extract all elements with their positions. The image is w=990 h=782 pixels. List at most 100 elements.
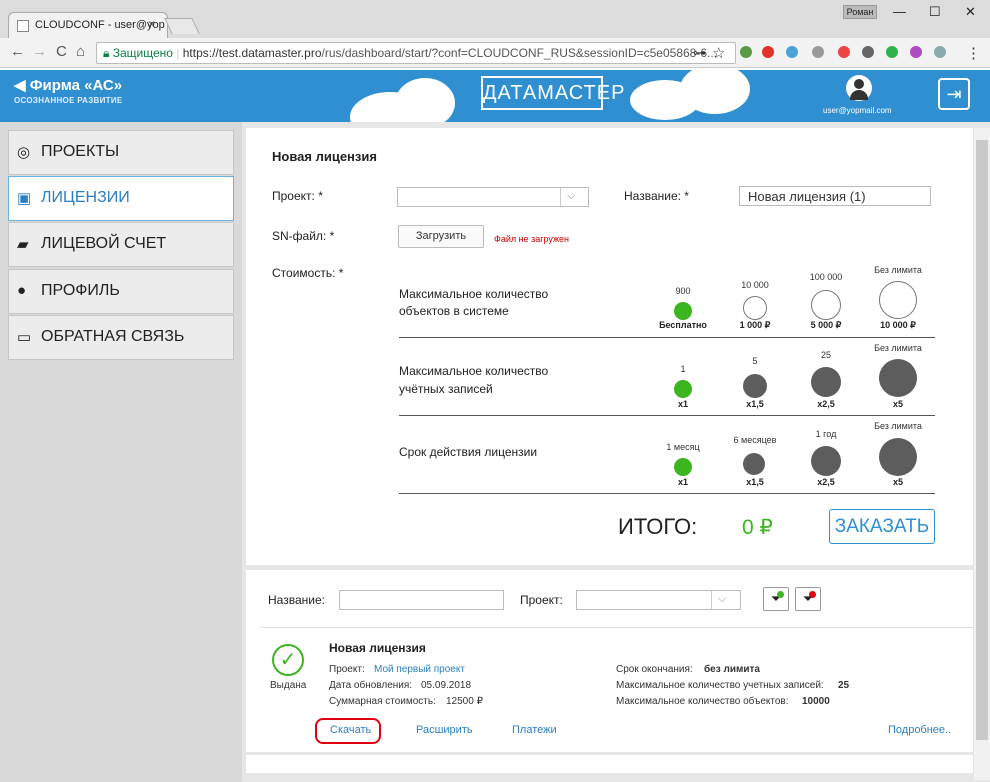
download-link[interactable]: Скачать [330,724,371,736]
maximize-icon[interactable]: ☐ [929,4,941,20]
option-unlimited[interactable] [879,281,917,319]
option-accounts-5[interactable] [743,374,767,398]
row2-label-2: учётных записей [399,382,493,396]
option-accounts-1-selected[interactable] [674,380,692,398]
option-1-month-selected[interactable] [674,458,692,476]
browser-menu-icon[interactable]: ⋮ [966,44,981,62]
option-1-year[interactable] [811,446,841,476]
name-input[interactable]: Новая лицензия (1) [739,186,931,206]
home-icon[interactable]: ⌂ [76,43,85,60]
license-project-label: Проект: [329,664,365,675]
scrollbar-thumb[interactable] [976,140,988,740]
extension-icon[interactable] [812,46,824,58]
reload-icon[interactable]: C [56,43,67,60]
sidebar-item-licenses[interactable]: ▣ ЛИЦЕНЗИИ [8,176,234,221]
option-multiplier: x1 [677,399,688,409]
sidebar-item-account[interactable]: ▰ ЛИЦЕВОЙ СЧЕТ [8,222,234,267]
row2-label: Максимальное количество [399,364,549,378]
objects-label: Максимальное количество объектов: [616,696,789,707]
license-icon: ▣ [17,190,32,207]
option-value: 10 000 [741,280,769,290]
user-email[interactable]: user@yopmail.com [823,106,892,115]
option-accounts-25[interactable] [811,367,841,397]
option-multiplier: x2,5 [817,399,835,409]
option-value: 1 [680,364,686,374]
option-10000[interactable] [743,296,767,320]
project-select[interactable]: ⌵ [397,187,589,207]
sidebar [0,122,242,782]
extension-icon[interactable] [838,46,850,58]
camera-icon[interactable] [862,46,874,58]
apply-filter-icon[interactable]: ⏷ [763,587,789,611]
extension-icon[interactable] [910,46,922,58]
sidebar-item-projects[interactable]: ◎ ПРОЕКТЫ [8,130,234,175]
license-title: Новая лицензия [329,641,426,655]
divider [260,627,973,628]
option-value: 1 год [815,429,837,439]
sidebar-item-profile[interactable]: ● ПРОФИЛЬ [8,269,234,314]
license-project-link[interactable]: Мой первый проект [374,664,465,675]
option-accounts-unlimited[interactable] [879,359,917,397]
payments-link[interactable]: Платежи [512,724,557,736]
logout-icon[interactable]: ⇥ [938,78,970,110]
company-logo[interactable]: ◀ Фирма «АС» [14,76,122,94]
project-label: Проект: * [272,189,323,203]
extension-icon[interactable] [786,46,798,58]
forward-icon[interactable]: → [32,43,47,60]
filter-project-select[interactable]: ⌵ [576,590,741,610]
logo-subtitle: ОСОЗНАННОЕ РАЗВИТИЕ [14,96,123,105]
key-icon[interactable]: ⊶ [693,45,706,61]
sidebar-item-feedback[interactable]: ▭ ОБРАТНАЯ СВЯЗЬ [8,315,234,360]
expiry-value: без лимита [704,664,760,675]
close-window-icon[interactable]: ✕ [965,4,976,20]
option-100000[interactable] [811,290,841,320]
browser-tab[interactable]: CLOUDCONF - user@yop [8,12,168,40]
divider [399,493,935,494]
user-avatar[interactable] [846,75,872,101]
check-icon: ✓ [272,644,304,676]
option-value: 1 месяц [666,442,700,452]
lock-icon: 🔒︎ [103,46,110,60]
extension-icon[interactable] [740,46,752,58]
url-bar[interactable]: 🔒︎ Защищено | https://test.datamaster.pr… [96,42,736,64]
order-button[interactable]: ЗАКАЗАТЬ [829,509,935,544]
tab-close-icon[interactable]: × [148,17,155,31]
option-value: 5 [752,356,758,366]
opera-icon[interactable] [762,46,774,58]
option-price: 1 000 ₽ [739,320,771,330]
clear-filter-icon[interactable]: ⏷ [795,587,821,611]
cloud-decoration [680,70,750,114]
filter-name-input[interactable] [339,590,504,610]
url-host: https://test.datamaster.pro [182,46,322,60]
extension-icon[interactable] [934,46,946,58]
license-cost-value: 12500 ₽ [446,696,483,707]
wallet-icon: ▰ [17,236,29,253]
chevron-down-icon: ⌵ [718,593,727,605]
upload-button[interactable]: Загрузить [398,225,484,248]
cloud-decoration [395,78,455,122]
browser-profile-button[interactable]: Роман [843,5,877,19]
filter-name-label: Название: [268,593,325,607]
user-icon: ● [17,282,27,299]
option-6-months[interactable] [743,453,765,475]
option-value: 900 [675,286,691,296]
evernote-icon[interactable] [886,46,898,58]
option-value: Без лимита [874,343,922,353]
option-multiplier: x5 [892,399,903,409]
option-value: 100 000 [809,272,843,282]
bookmark-star-icon[interactable]: ☆ [712,44,725,62]
option-value: 6 месяцев [733,435,777,445]
license-updated-value: 05.09.2018 [421,680,472,691]
brand-logo[interactable]: ДАТАМАСТЕР [481,76,624,110]
accounts-value: 25 [838,680,850,691]
extend-link[interactable]: Расширить [416,724,473,736]
more-link[interactable]: Подробнее.. [888,724,951,736]
back-icon[interactable]: ← [10,43,25,60]
document-icon [17,20,29,32]
option-multiplier: x1,5 [746,477,764,487]
form-title: Новая лицензия [272,149,377,164]
minimize-icon[interactable]: — [893,4,906,19]
secure-label: Защищено [112,46,173,60]
option-term-unlimited[interactable] [879,438,917,476]
option-free-selected[interactable] [674,302,692,320]
